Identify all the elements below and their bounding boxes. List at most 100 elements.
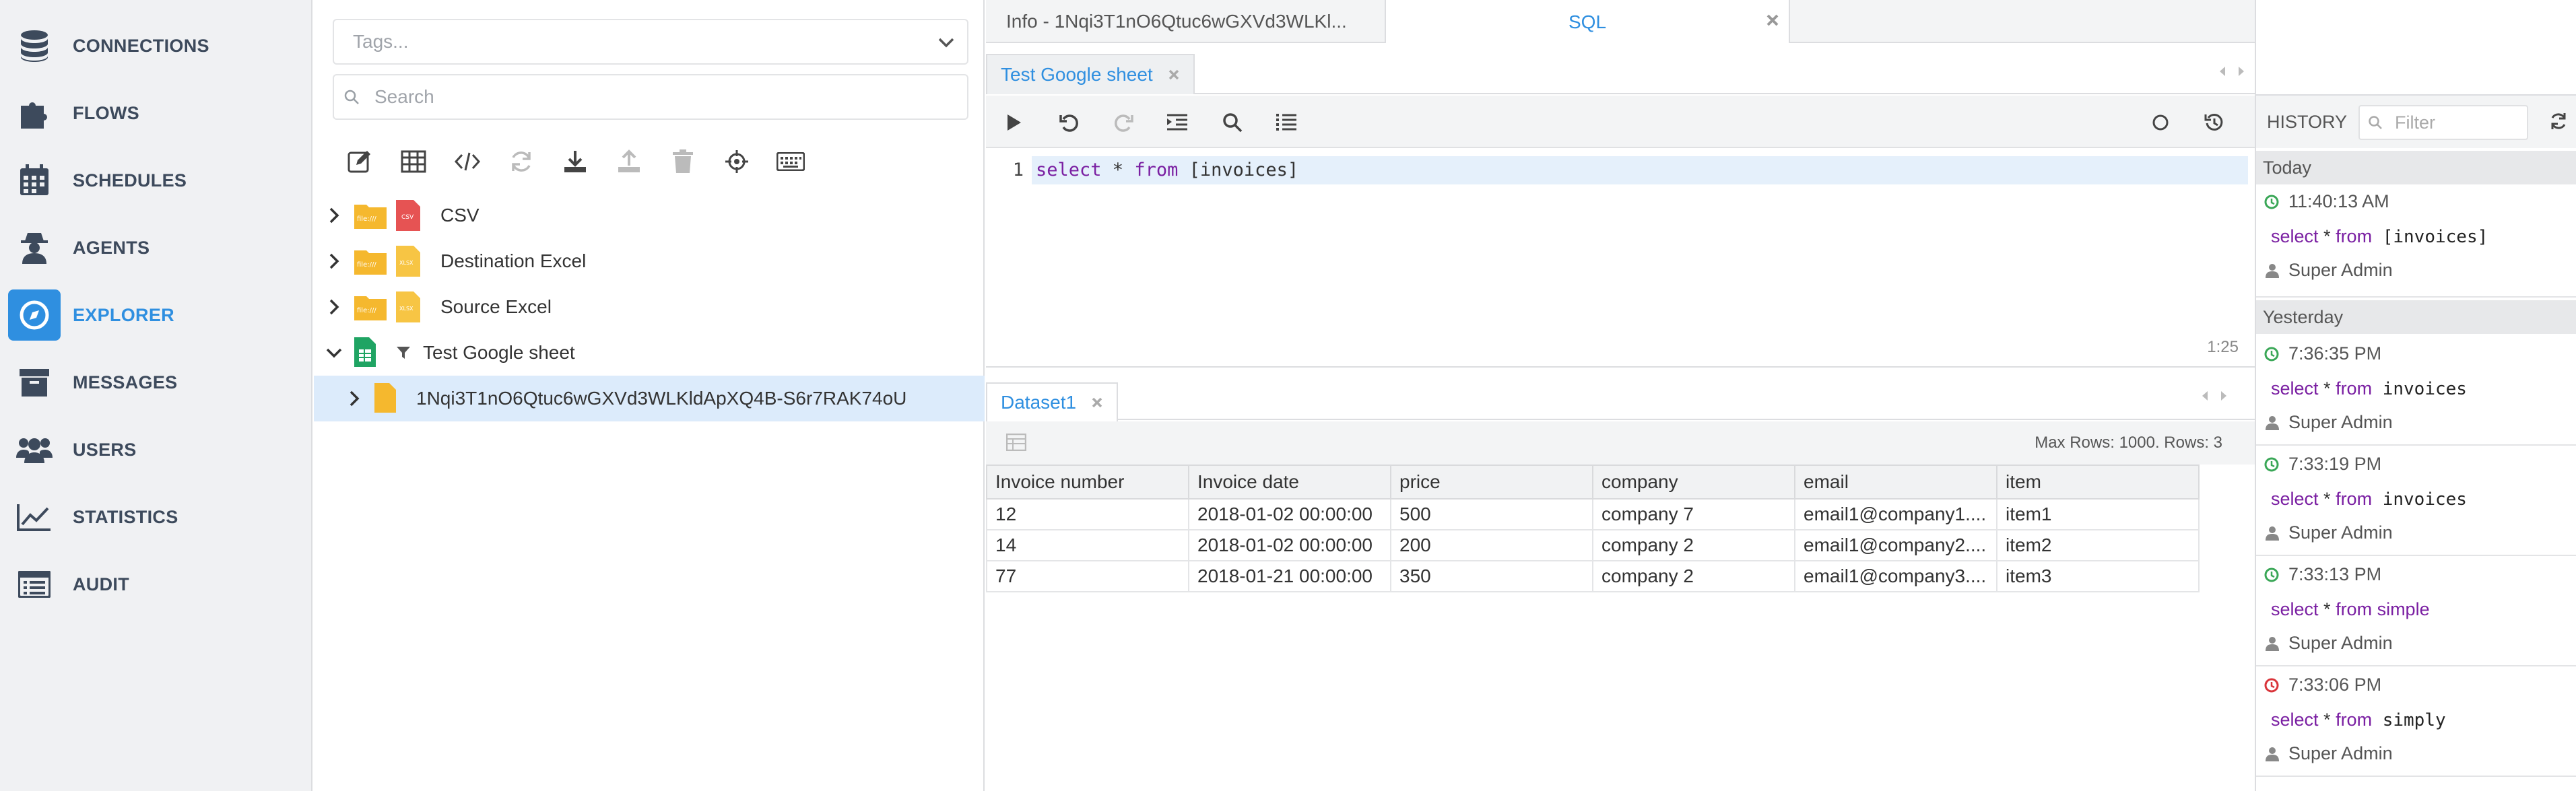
chevron-right-icon[interactable] (334, 390, 374, 407)
nav-label-users: USERS (73, 439, 137, 460)
refresh-button[interactable] (494, 143, 548, 180)
tree-item-source-excel[interactable]: file:/// XLSX Source Excel (314, 284, 985, 330)
history-filter-input[interactable]: Filter (2358, 105, 2528, 140)
sql-table: invoices (2372, 379, 2467, 399)
history-time: 7:33:06 PM (2264, 675, 2381, 695)
upload-button[interactable] (602, 143, 656, 180)
undo-button[interactable] (1053, 106, 1086, 139)
stop-button[interactable] (2144, 106, 2177, 139)
table-cell[interactable]: item1 (1996, 498, 2200, 530)
column-header[interactable]: price (1390, 465, 1593, 500)
numbered-list-icon (1276, 114, 1296, 131)
column-header[interactable]: Invoice date (1188, 465, 1391, 500)
sql-editor[interactable]: 1 select * from [invoices] 1:25 (986, 149, 2255, 364)
dataset-tab[interactable]: Dataset1 (986, 382, 1119, 421)
column-header[interactable]: Invoice number (986, 465, 1189, 500)
history-group-today: Today (2256, 151, 2576, 184)
nav-item-audit[interactable]: AUDIT (8, 559, 304, 610)
table-cell[interactable]: 500 (1390, 498, 1593, 530)
search-input[interactable]: Search (333, 74, 968, 120)
table-button[interactable] (387, 143, 440, 180)
keyboard-button[interactable] (764, 143, 818, 180)
table-row[interactable]: 14 2018-01-02 00:00:00 200 company 2 ema… (986, 529, 2200, 561)
table-cell[interactable]: company 7 (1592, 498, 1795, 530)
table-cell[interactable]: email1@company3.... (1794, 560, 1997, 592)
nav-item-explorer[interactable]: EXPLORER (8, 289, 304, 341)
chevron-right-icon[interactable] (314, 252, 354, 270)
crosshair-icon (725, 150, 748, 173)
indent-button[interactable] (1161, 106, 1193, 139)
table-cell[interactable]: item3 (1996, 560, 2200, 592)
user-icon (2266, 526, 2279, 541)
nav-item-flows[interactable]: FLOWS (8, 88, 304, 139)
tree-item-test-google-sheet[interactable]: Test Google sheet (314, 330, 985, 376)
table-row[interactable]: 77 2018-01-21 00:00:00 350 company 2 ema… (986, 560, 2200, 592)
delete-button[interactable] (656, 143, 710, 180)
table-cell[interactable]: 350 (1390, 560, 1593, 592)
nav-label-explorer: EXPLORER (73, 304, 174, 325)
history-entry[interactable]: 7:36:35 PM select * from invoices Super … (2256, 337, 2576, 446)
chevron-right-icon[interactable] (314, 207, 354, 224)
download-button[interactable] (548, 143, 602, 180)
table-cell[interactable]: 14 (986, 529, 1189, 561)
sql-keyword: from (1134, 160, 1179, 180)
chevron-right-icon[interactable] (314, 298, 354, 316)
chevron-down-icon[interactable] (314, 347, 354, 358)
table-row[interactable]: 12 2018-01-02 00:00:00 500 company 7 ema… (986, 498, 2200, 530)
table-cell[interactable]: company 2 (1592, 560, 1795, 592)
redo-button[interactable] (1107, 106, 1140, 139)
sql-text: * (2318, 489, 2336, 509)
nav-item-agents[interactable]: AGENTS (8, 222, 304, 273)
column-header[interactable]: company (1592, 465, 1795, 500)
tab-info[interactable]: Info - 1Nqi3T1nO6Qtuc6wGXVd3WLKl... (986, 0, 1386, 43)
close-icon[interactable] (1091, 397, 1103, 409)
close-icon[interactable] (1168, 69, 1180, 81)
code-button[interactable] (440, 143, 494, 180)
table-cell[interactable]: 2018-01-21 00:00:00 (1188, 560, 1391, 592)
nav-item-schedules[interactable]: SCHEDULES (8, 155, 304, 206)
history-entry[interactable]: 7:33:13 PM select * from simple Super Ad… (2256, 557, 2576, 666)
tree-item-destination-excel[interactable]: file:/// XLSX Destination Excel (314, 238, 985, 284)
nav-item-messages[interactable]: MESSAGES (8, 357, 304, 408)
run-button[interactable] (998, 106, 1030, 139)
table-cell[interactable]: 12 (986, 498, 1189, 530)
scroll-right-icon[interactable] (2220, 390, 2228, 401)
nav-item-connections[interactable]: CONNECTIONS (8, 20, 304, 71)
history-time-text: 7:33:19 PM (2288, 454, 2382, 474)
table-cell[interactable]: 2018-01-02 00:00:00 (1188, 529, 1391, 561)
table-cell[interactable]: 77 (986, 560, 1189, 592)
scroll-left-icon[interactable] (2218, 66, 2226, 77)
table-cell[interactable]: email1@company1.... (1794, 498, 1997, 530)
column-header[interactable]: item (1996, 465, 2200, 500)
history-entry[interactable]: 7:33:19 PM select * from invoices Super … (2256, 447, 2576, 556)
code-line[interactable]: select * from [invoices] (1032, 156, 2248, 184)
tags-select[interactable]: Tags... (333, 19, 968, 65)
table-cell[interactable]: 2018-01-02 00:00:00 (1188, 498, 1391, 530)
history-user: Super Admin (2266, 412, 2393, 433)
table-cell[interactable]: item2 (1996, 529, 2200, 561)
tree-item-csv[interactable]: file:/// CSV CSV (314, 193, 985, 238)
scroll-left-icon[interactable] (2201, 390, 2209, 401)
edit-button[interactable] (333, 143, 387, 180)
scroll-right-icon[interactable] (2237, 66, 2245, 77)
table-cell[interactable]: 200 (1390, 529, 1593, 561)
find-button[interactable] (1216, 106, 1249, 139)
column-header[interactable]: email (1794, 465, 1997, 500)
format-button[interactable] (1270, 106, 1302, 139)
nav-item-users[interactable]: USERS (8, 424, 304, 475)
tree-item-label: Test Google sheet (423, 342, 575, 363)
tree-item-sheet[interactable]: 1Nqi3T1nO6Qtuc6wGXVd3WLKldApXQ4B-S6r7RAK… (314, 376, 985, 421)
table-cell[interactable]: email1@company2.... (1794, 529, 1997, 561)
export-icon[interactable] (1006, 434, 1026, 451)
history-toggle-button[interactable] (2198, 106, 2231, 139)
tab-sql[interactable]: SQL (1386, 0, 1790, 44)
locate-button[interactable] (710, 143, 764, 180)
refresh-icon[interactable] (2549, 112, 2568, 131)
query-tab[interactable]: Test Google sheet (986, 54, 1195, 94)
nav-item-statistics[interactable]: STATISTICS (8, 491, 304, 543)
history-entry[interactable]: 7:33:06 PM select * from simply Super Ad… (2256, 668, 2576, 777)
close-icon[interactable] (1766, 13, 1779, 27)
history-entry[interactable]: 11:40:13 AM select * from [invoices] Sup… (2256, 184, 2576, 298)
table-cell[interactable]: company 2 (1592, 529, 1795, 561)
app-window: CONNECTIONS FLOWS SCHEDULES AGENTS EXPLO… (0, 0, 2576, 791)
